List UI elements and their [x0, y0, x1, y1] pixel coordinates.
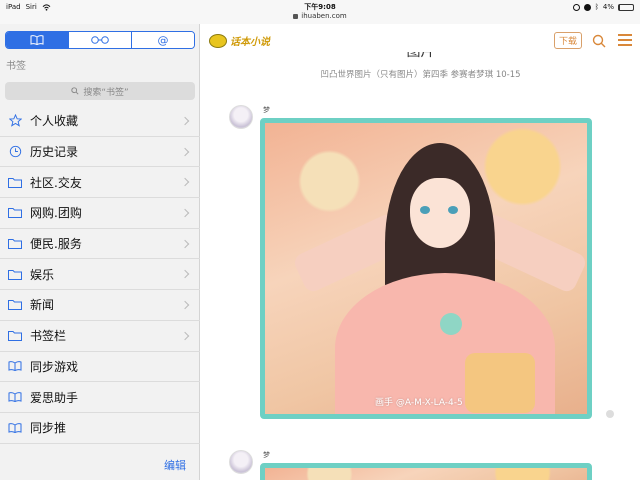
search-icon [71, 87, 79, 95]
folder-icon [0, 269, 30, 280]
sidebar-item-label: 网购.团购 [30, 206, 82, 221]
site-logo[interactable]: 话本小说 [209, 33, 270, 48]
book-icon [0, 392, 30, 403]
sidebar-segmented-control: @ [5, 31, 195, 49]
mascot-icon [209, 33, 227, 48]
search-icon[interactable] [592, 34, 606, 48]
bookmarks-search-field[interactable]: 搜索“书签” [5, 82, 195, 100]
sidebar-item-history[interactable]: 历史记录 [0, 137, 200, 168]
lock-icon [293, 13, 299, 19]
bookmarks-sidebar: @ 书签 搜索“书签” 个人收藏 历史记录 社区.交友 网购.团购 便民.服务 … [0, 24, 200, 480]
book-icon [30, 35, 44, 45]
chapter-subtitle: 凹凸世界图片（只有图片）第四季 参赛者梦琪 10-15 [320, 70, 521, 80]
illustration-eye [448, 206, 458, 214]
chevron-right-icon [180, 239, 190, 248]
folder-icon [0, 207, 30, 219]
sidebar-item-label: 同步推 [30, 421, 67, 436]
sidebar-item-entertainment[interactable]: 娱乐 [0, 259, 200, 291]
post-image[interactable] [260, 463, 592, 480]
url-text: ihuaben.com [301, 12, 347, 20]
sidebar-item-i4-assistant[interactable]: 爱思助手 [0, 382, 200, 413]
chevron-right-icon [180, 331, 190, 340]
web-content: 话本小说 下载 图片 凹凸世界图片（只有图片）第四季 参赛者梦琪 10-15 梦 [201, 24, 640, 480]
illustration-heart-panel [465, 353, 535, 413]
avatar[interactable] [229, 105, 253, 129]
book-icon [0, 422, 30, 433]
menu-icon[interactable] [618, 34, 632, 48]
scroll-indicator [606, 410, 614, 418]
orientation-lock-icon [572, 3, 580, 11]
sidebar-item-label: 社区.交友 [30, 175, 82, 190]
sidebar-item-shopping[interactable]: 网购.团购 [0, 198, 200, 229]
tab-reading-list[interactable] [68, 32, 131, 48]
tab-bookmarks[interactable] [6, 32, 68, 48]
chevron-right-icon [180, 116, 190, 126]
illustration-background [265, 468, 587, 480]
url-bar[interactable]: ihuaben.com [0, 12, 640, 24]
sidebar-item-label: 新闻 [30, 298, 55, 313]
avatar[interactable] [229, 450, 253, 474]
logo-text: 话本小说 [230, 37, 270, 48]
chevron-right-icon [180, 300, 190, 310]
chevron-right-icon [180, 147, 190, 156]
battery-icon [618, 3, 634, 11]
sidebar-item-label: 爱思助手 [30, 390, 79, 405]
alarm-icon [583, 3, 591, 11]
tab-shared-links[interactable]: @ [131, 32, 194, 48]
sidebar-item-sync-push[interactable]: 同步推 [0, 413, 200, 444]
sidebar-item-label: 书签栏 [30, 329, 67, 344]
post-image[interactable]: 画手 @A-M-X-LA-4-5 [260, 118, 592, 419]
reading-glasses-icon [91, 36, 109, 44]
author-name: 梦 [263, 106, 270, 114]
sidebar-item-label: 历史记录 [30, 145, 79, 160]
chapter-title: 图片 [406, 52, 435, 60]
sidebar-item-label: 娱乐 [30, 267, 55, 282]
download-button[interactable]: 下载 [554, 32, 582, 49]
sidebar-item-label: 个人收藏 [30, 114, 79, 129]
bookmarks-list: 个人收藏 历史记录 社区.交友 网购.团购 便民.服务 娱乐 新闻 书签栏 同步… [0, 106, 200, 444]
folder-icon [0, 238, 30, 250]
search-placeholder: 搜索“书签” [83, 87, 129, 98]
illustration-flower [440, 313, 462, 335]
sidebar-item-bookmarks-bar[interactable]: 书签栏 [0, 321, 200, 352]
edit-button[interactable]: 编辑 [164, 457, 186, 473]
sidebar-title: 书签 [6, 61, 26, 72]
sidebar-item-favorites[interactable]: 个人收藏 [0, 106, 200, 137]
sidebar-item-social[interactable]: 社区.交友 [0, 167, 200, 199]
folder-icon [0, 177, 30, 188]
sidebar-item-services[interactable]: 便民.服务 [0, 229, 200, 260]
folder-icon [0, 299, 30, 311]
book-icon [0, 361, 30, 372]
illustration-face [410, 178, 470, 248]
screen: iPad Siri 下午9:08 ᛒ 4% ihuaben.com @ 书签 搜… [0, 0, 640, 480]
sidebar-item-label: 同步游戏 [30, 359, 79, 374]
chevron-right-icon [180, 270, 190, 279]
at-icon: @ [157, 33, 169, 47]
sidebar-item-sync-games[interactable]: 同步游戏 [0, 352, 200, 383]
sidebar-item-label: 便民.服务 [30, 237, 82, 252]
battery-level [619, 4, 620, 10]
artist-watermark: 画手 @A-M-X-LA-4-5 [375, 398, 463, 408]
star-icon [0, 114, 30, 128]
illustration-eye [420, 206, 430, 214]
chevron-right-icon [180, 177, 190, 187]
chevron-right-icon [180, 208, 190, 218]
sidebar-item-news[interactable]: 新闻 [0, 290, 200, 321]
clock-icon [0, 145, 30, 158]
folder-icon [0, 330, 30, 342]
author-name: 梦 [263, 451, 270, 459]
